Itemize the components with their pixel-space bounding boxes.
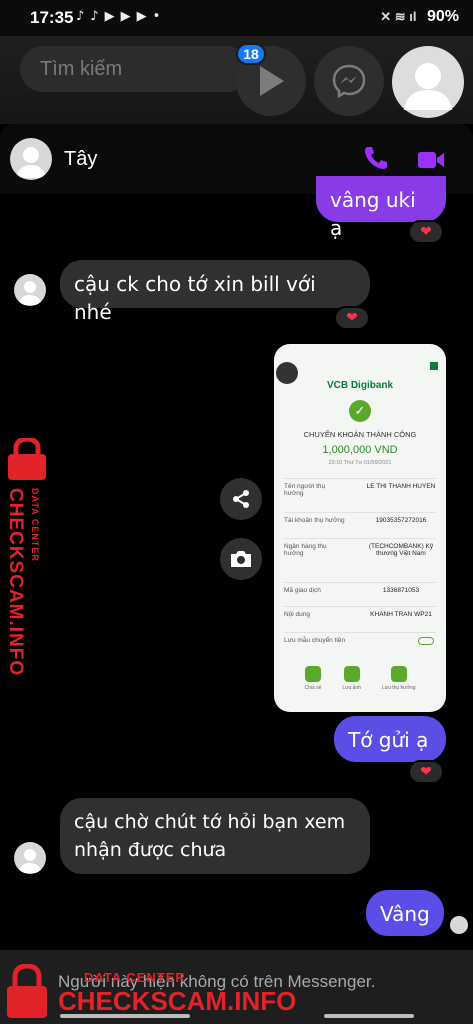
messenger-icon [332, 64, 366, 99]
avatar-icon [18, 849, 42, 873]
receipt-action: Chia sẻ [304, 666, 321, 691]
action-label: Chia sẻ [304, 685, 322, 691]
receipt-action: Lưu thụ hưởng [382, 666, 416, 691]
contact-avatar-small[interactable] [14, 842, 46, 874]
receipt-row: Mã giao dịch 1336871053 [284, 582, 436, 602]
row-label: Tên người thụ hưởng [284, 483, 326, 497]
seen-avatar [450, 916, 468, 934]
row-label: Mã giao dịch [284, 587, 321, 594]
user-icon [390, 666, 407, 682]
signal-icons: ✕ ≋ ıl [380, 9, 417, 24]
search-input[interactable]: Tìm kiếm [20, 46, 250, 92]
row-label: Lưu mẫu chuyển tiền [284, 637, 346, 644]
heart-icon: ❤ [420, 764, 432, 780]
row-value: (TECHCOMBANK) Kỹ thương Việt Nam [368, 543, 434, 557]
battery-level: 90% [426, 8, 459, 25]
row-value: LE THI THANH HUYEN [366, 483, 436, 490]
camera-icon [343, 666, 360, 682]
row-label: Ngân hàng thụ hưởng [284, 543, 327, 557]
row-value: 19035357272016 [375, 517, 427, 524]
avatar-icon [404, 63, 452, 110]
home-icon [430, 362, 438, 370]
status-bar: 17:35 ♪♪▶▶▶• ✕ ≋ ıl 90% [0, 0, 473, 36]
bank-receipt-image[interactable]: VCB Digibank ✓ CHUYỂN KHOẢN THÀNH CÔNG 1… [274, 344, 446, 712]
share-icon [304, 666, 321, 682]
watermark-tagline-vertical: DATA CENTER [30, 488, 40, 562]
play-icon [260, 66, 284, 96]
receipt-row: Ngân hàng thụ hưởng (TECHCOMBANK) Kỹ thư… [284, 538, 436, 578]
lock-watermark-icon [7, 964, 47, 1018]
row-label: Tài khoản thụ hưởng [284, 517, 345, 524]
heart-reaction[interactable]: ❤ [408, 760, 444, 784]
video-call-icon[interactable] [416, 146, 446, 174]
share-icon [233, 490, 249, 508]
message-text: Vâng [380, 902, 430, 926]
receipt-amount: 1,000,000 VND [322, 444, 398, 456]
heart-icon: ❤ [346, 310, 358, 326]
message-bubble-incoming[interactable]: cậu ck cho tớ xin bill với nhé [60, 260, 370, 324]
bottom-divider [324, 1014, 414, 1018]
message-bubble-outgoing[interactable]: vâng uki ạ [316, 176, 446, 240]
notification-badge: 18 [236, 43, 266, 65]
message-bubble-incoming[interactable]: cậu chờ chút tớ hỏi bạn xem nhận được ch… [60, 798, 370, 874]
phone-call-icon[interactable] [362, 144, 390, 172]
camera-icon [231, 551, 251, 567]
receipt-row: Tên người thụ hưởng LE THI THANH HUYEN [284, 478, 436, 510]
avatar-icon [18, 281, 42, 305]
watermark-tagline: DATA CENTER [84, 970, 186, 985]
toggle-switch [418, 637, 434, 645]
row-value: KHANH TRAN WP21 [370, 611, 432, 618]
status-time: 17:35 [30, 8, 74, 27]
message-text: cậu ck cho tớ xin bill với nhé [74, 272, 316, 324]
action-label: Lưu thụ hưởng [381, 685, 416, 691]
contact-avatar[interactable] [10, 138, 52, 180]
receipt-row: Lưu mẫu chuyển tiền [284, 632, 436, 652]
receipt-action: Lưu ảnh [342, 666, 361, 691]
messenger-button[interactable] [314, 46, 384, 116]
contact-avatar-small[interactable] [14, 274, 46, 306]
action-label: Lưu ảnh [342, 685, 361, 691]
receipt-actions: Chia sẻ Lưu ảnh Lưu thụ hưởng [274, 666, 446, 691]
share-button[interactable] [220, 478, 262, 520]
camera-button[interactable] [220, 538, 262, 580]
success-check-icon: ✓ [349, 400, 371, 422]
watermark-brand: CHECKSCAM.INFO [58, 986, 297, 1016]
status-right: ✕ ≋ ıl 90% [380, 8, 459, 26]
lock-watermark-icon [8, 438, 46, 480]
heart-icon: ❤ [420, 224, 432, 240]
heart-reaction[interactable]: ❤ [334, 306, 370, 330]
bank-logo: VCB Digibank [326, 380, 394, 391]
watermark-brand-vertical: CHECKSCAM.INFO [5, 488, 26, 677]
contact-name[interactable]: Tây [64, 148, 97, 171]
message-text-line: cậu chờ chút tớ hỏi bạn xem [74, 811, 346, 833]
message-bubble-outgoing[interactable]: Tớ gửi ạ [334, 716, 446, 762]
receipt-datetime: 23:10 Thứ Tư 01/09/2021 [328, 460, 392, 466]
notification-icons: ♪♪▶▶▶• [76, 9, 167, 24]
message-text-line: nhận được chưa [74, 839, 227, 861]
message-bubble-outgoing[interactable]: Vâng [366, 890, 444, 936]
messenger-top-bar: Tìm kiếm 18 [0, 36, 473, 124]
message-text: vâng uki ạ [330, 188, 416, 240]
row-value: 1336871053 [382, 587, 420, 594]
receipt-row: Tài khoản thụ hưởng 19035357272016 [284, 512, 436, 534]
receipt-row: Nội dung KHANH TRAN WP21 [284, 606, 436, 628]
row-label: Nội dung [284, 611, 311, 618]
message-text: Tớ gửi ạ [348, 728, 429, 752]
heart-reaction[interactable]: ❤ [408, 220, 444, 244]
receipt-title: CHUYỂN KHOẢN THÀNH CÔNG [303, 430, 417, 439]
profile-button[interactable] [392, 46, 464, 118]
avatar-icon [16, 147, 46, 178]
